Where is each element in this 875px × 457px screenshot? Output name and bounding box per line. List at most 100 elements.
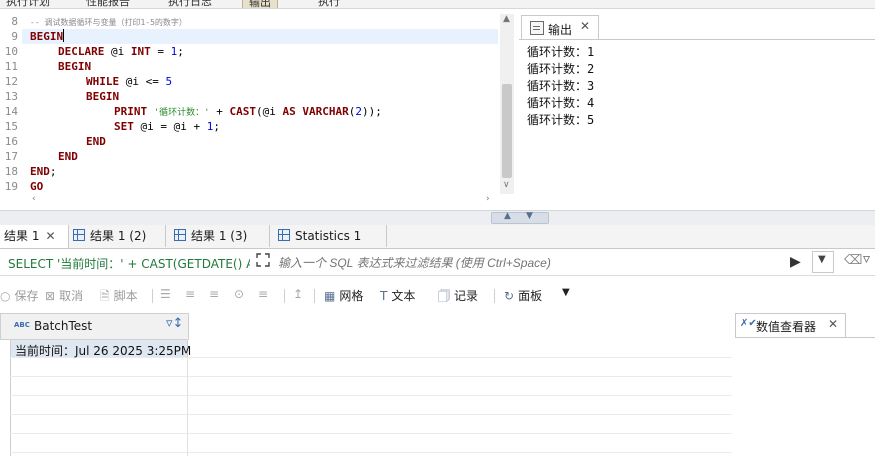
text-label: 文本 [391, 289, 416, 303]
output-line: 循环计数：4 [527, 96, 595, 110]
code-text: ; [49, 165, 57, 178]
output-line: 循环计数：3 [527, 79, 595, 93]
keyword: BEGIN [86, 90, 120, 103]
line-number: 16 [4, 135, 18, 148]
line-number: 11 [4, 60, 18, 73]
code-line-current: BEGIN [22, 29, 498, 44]
script-button[interactable]: 🗎 脚本 [100, 287, 138, 308]
text-cursor [63, 29, 65, 42]
splitter-toggle[interactable]: ▲ ▼ [491, 211, 549, 224]
divider [314, 289, 315, 303]
export-button[interactable]: ↥ [293, 287, 307, 301]
execution-plan-button[interactable]: 执行计划 [6, 0, 50, 8]
panels-label: 面板 [518, 289, 543, 303]
sort-filter-icon[interactable]: ▿↕ [166, 316, 183, 331]
text-view-button[interactable]: T 文本 [380, 287, 415, 304]
tab-label: 结果 1 (3) [191, 229, 248, 243]
copy-row-button[interactable]: ≡ [209, 287, 223, 301]
keyword: BEGIN [30, 30, 64, 43]
delete-row-button[interactable]: ⊙ [234, 287, 248, 301]
keyword: DECLARE [58, 45, 105, 58]
code-line: GO [30, 179, 43, 194]
line-number: 14 [4, 105, 18, 118]
tab-result-1-2[interactable]: 结果 1 (2) [69, 225, 166, 247]
value-viewer-tab[interactable]: ✗✔ 数值查看器 ✕ [735, 313, 846, 338]
filter-input[interactable] [276, 253, 788, 273]
results-toolbar: ○ 保存 ⊠ 取消 🗎 脚本 ☰ ≡ ≡ ⊙ ≡ ↥ ▦ 网格 T 文本 🗍 记录 ↻ 面板 … [0, 282, 875, 306]
line-number: 10 [4, 45, 18, 58]
tab-label: 结果 1 [4, 229, 40, 243]
output-tab-label: 输出 [548, 23, 573, 37]
close-icon[interactable]: ✕ [828, 317, 838, 331]
code-line: DECLARE @i INT = 1; [58, 44, 184, 59]
line-number-gutter: 8 9 10 11 12 13 14 15 16 17 18 19 [0, 14, 22, 194]
table-row [10, 377, 732, 396]
panel-splitter[interactable] [0, 210, 875, 226]
tab-result-1-3[interactable]: 结果 1 (3) [170, 225, 270, 247]
keyword: SET [114, 120, 134, 133]
table-row [10, 358, 732, 377]
value-viewer-panel [735, 337, 875, 457]
console-icon [530, 21, 544, 35]
code-line: BEGIN [58, 59, 91, 74]
keyword: VARCHAR [302, 105, 349, 118]
line-number: 12 [4, 75, 18, 88]
keyword: PRINT [114, 105, 148, 118]
code-text: @i <= [119, 75, 166, 88]
filter-history-dropdown[interactable]: ▼ [812, 251, 834, 273]
panels-button[interactable]: ↻ 面板 [504, 287, 542, 304]
output-line: 循环计数：2 [527, 62, 595, 76]
scroll-left-icon[interactable]: ‹ [32, 194, 36, 204]
execution-log-button[interactable]: 执行日志 [168, 0, 212, 8]
divider [494, 289, 495, 303]
chevron-down-icon[interactable]: ▼ [526, 211, 533, 221]
code-line: END [58, 149, 78, 164]
record-label: 记录 [454, 289, 479, 303]
grid-icon [278, 229, 290, 241]
editor-horizontal-scrollbar[interactable]: ‹ › [28, 194, 500, 208]
tab-label: 结果 1 (2) [90, 229, 147, 243]
line-number: 17 [4, 150, 18, 163]
output-toggle-button[interactable]: 输出 [242, 0, 278, 8]
keyword: BEGIN [58, 60, 92, 73]
keyword: INT [130, 45, 151, 58]
chevron-up-icon[interactable]: ▲ [504, 211, 511, 221]
delete-row-icon: ⊙ [234, 287, 245, 301]
execute-button[interactable]: 执行 [318, 0, 340, 8]
close-icon[interactable]: ✕ [580, 19, 590, 33]
scroll-up-icon[interactable]: ▲ [503, 14, 510, 24]
performance-report-button[interactable]: 性能报告 [86, 0, 130, 8]
result-tabs: 结果 1 ✕ 结果 1 (2) 结果 1 (3) Statistics 1 [0, 225, 875, 249]
cancel-icon: ⊠ [45, 289, 56, 303]
function-name: CAST [229, 105, 256, 118]
expand-icon[interactable] [256, 253, 270, 267]
play-icon[interactable]: ▶ [790, 254, 801, 270]
number-literal: 5 [165, 75, 173, 88]
panels-dropdown-icon[interactable]: ▼ [562, 287, 570, 298]
close-icon[interactable]: ✕ [45, 229, 55, 243]
tab-result-1[interactable]: 结果 1 ✕ [0, 225, 69, 248]
tab-statistics-1[interactable]: Statistics 1 [274, 225, 387, 247]
output-tab[interactable]: 输出 ✕ [521, 15, 599, 40]
save-button[interactable]: ○ 保存 [0, 287, 39, 304]
filter-icon[interactable]: ▿ [863, 251, 870, 267]
output-line: 循环计数：1 [527, 45, 595, 59]
code-text: (@i [255, 105, 283, 118]
divider [284, 289, 285, 303]
grid-view-button[interactable]: ▦ 网格 [324, 287, 363, 304]
output-line: 循环计数：5 [527, 113, 595, 127]
edit-icon: ☰ [160, 287, 171, 301]
record-view-button[interactable]: 🗍 记录 [438, 287, 478, 308]
keyword: AS [282, 105, 296, 118]
query-preview: SELECT '当前时间：' + CAST(GETDATE() AS [8, 257, 250, 271]
edit-row-button[interactable]: ☰ [160, 287, 175, 301]
cancel-button[interactable]: ⊠ 取消 [45, 287, 83, 304]
scroll-down-icon[interactable]: ∨ [503, 180, 510, 190]
eraser-icon[interactable]: ⌫ [844, 253, 862, 268]
editor-scroll-thumb[interactable] [502, 84, 512, 178]
add-row-button[interactable]: ≡ [185, 287, 199, 301]
script-label: 脚本 [113, 289, 138, 303]
code-line: WHILE @i <= 5 [86, 74, 172, 89]
scroll-right-icon[interactable]: › [486, 194, 490, 204]
row-options-button[interactable]: ≡ [258, 287, 272, 301]
